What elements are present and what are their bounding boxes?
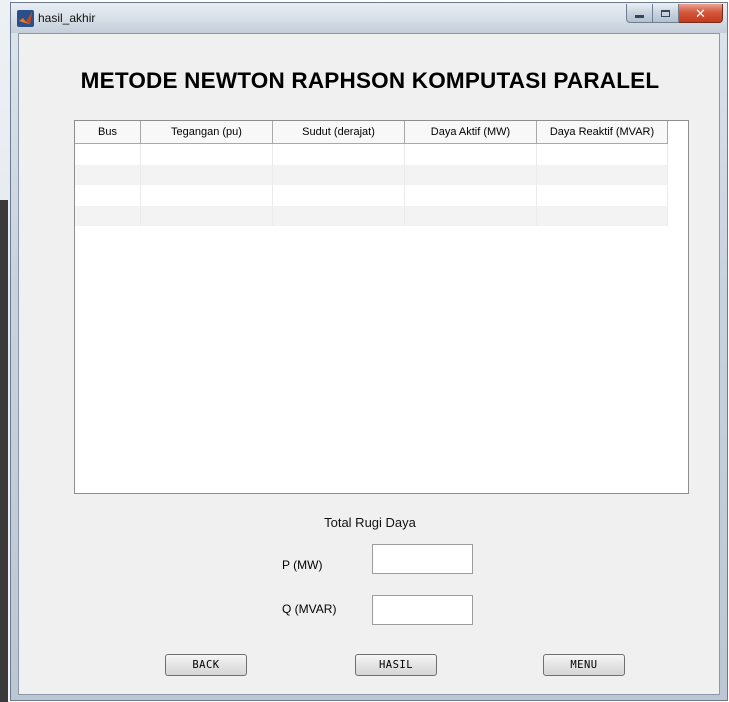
p-mw-field[interactable]: [372, 544, 473, 574]
table-cell[interactable]: [273, 185, 405, 206]
table-cell[interactable]: [405, 144, 537, 165]
table-cell[interactable]: [405, 185, 537, 206]
figure-client-area: METODE NEWTON RAPHSON KOMPUTASI PARALEL …: [18, 33, 720, 695]
column-header-tegangan[interactable]: Tegangan (pu): [141, 121, 273, 144]
column-header-daya-reaktif[interactable]: Daya Reaktif (MVAR): [537, 121, 668, 144]
hasil-button[interactable]: HASIL: [355, 654, 437, 676]
title-bar[interactable]: hasil_akhir ✕: [11, 3, 727, 33]
table-header: Bus Tegangan (pu) Sudut (derajat) Daya A…: [75, 121, 668, 144]
app-window: hasil_akhir ✕ METODE NEWTON RAPHSON KOMP…: [10, 2, 728, 701]
table-cell[interactable]: [75, 164, 141, 185]
table-row[interactable]: [75, 205, 668, 226]
menu-button[interactable]: MENU: [543, 654, 625, 676]
total-losses-label: Total Rugi Daya: [324, 515, 416, 530]
table-cell[interactable]: [537, 185, 668, 206]
table-cell[interactable]: [537, 144, 668, 165]
window-title: hasil_akhir: [38, 11, 96, 25]
minimize-button[interactable]: [626, 4, 653, 23]
close-button[interactable]: ✕: [679, 4, 723, 23]
table-cell[interactable]: [273, 144, 405, 165]
maximize-button[interactable]: [653, 4, 679, 23]
window-controls: ✕: [626, 4, 723, 24]
table-cell[interactable]: [537, 205, 668, 226]
table-cell[interactable]: [141, 185, 273, 206]
results-table[interactable]: Bus Tegangan (pu) Sudut (derajat) Daya A…: [74, 120, 689, 494]
table-cell[interactable]: [273, 205, 405, 226]
q-mvar-field[interactable]: [372, 595, 473, 625]
table-cell[interactable]: [405, 205, 537, 226]
maximize-icon: [661, 9, 670, 17]
table-row[interactable]: [75, 185, 668, 206]
table-cell[interactable]: [75, 144, 141, 165]
minimize-icon: [635, 14, 644, 18]
column-header-bus[interactable]: Bus: [75, 121, 141, 144]
table-body: [75, 144, 668, 226]
table-row[interactable]: [75, 144, 668, 165]
table-cell[interactable]: [273, 164, 405, 185]
page-title: METODE NEWTON RAPHSON KOMPUTASI PARALEL: [80, 68, 660, 93]
column-header-sudut[interactable]: Sudut (derajat): [273, 121, 405, 144]
table-cell[interactable]: [405, 164, 537, 185]
table-cell[interactable]: [141, 205, 273, 226]
table-cell[interactable]: [141, 164, 273, 185]
matlab-icon: [17, 10, 34, 27]
back-button[interactable]: BACK: [165, 654, 247, 676]
table-cell[interactable]: [537, 164, 668, 185]
table-row[interactable]: [75, 164, 668, 185]
column-header-daya-aktif[interactable]: Daya Aktif (MW): [405, 121, 537, 144]
table-cell[interactable]: [75, 185, 141, 206]
table-cell[interactable]: [75, 205, 141, 226]
p-mw-label: P (MW): [282, 558, 323, 572]
close-icon: ✕: [695, 5, 706, 21]
background-edge: [0, 200, 8, 702]
table-cell[interactable]: [141, 144, 273, 165]
q-mvar-label: Q (MVAR): [282, 602, 337, 616]
